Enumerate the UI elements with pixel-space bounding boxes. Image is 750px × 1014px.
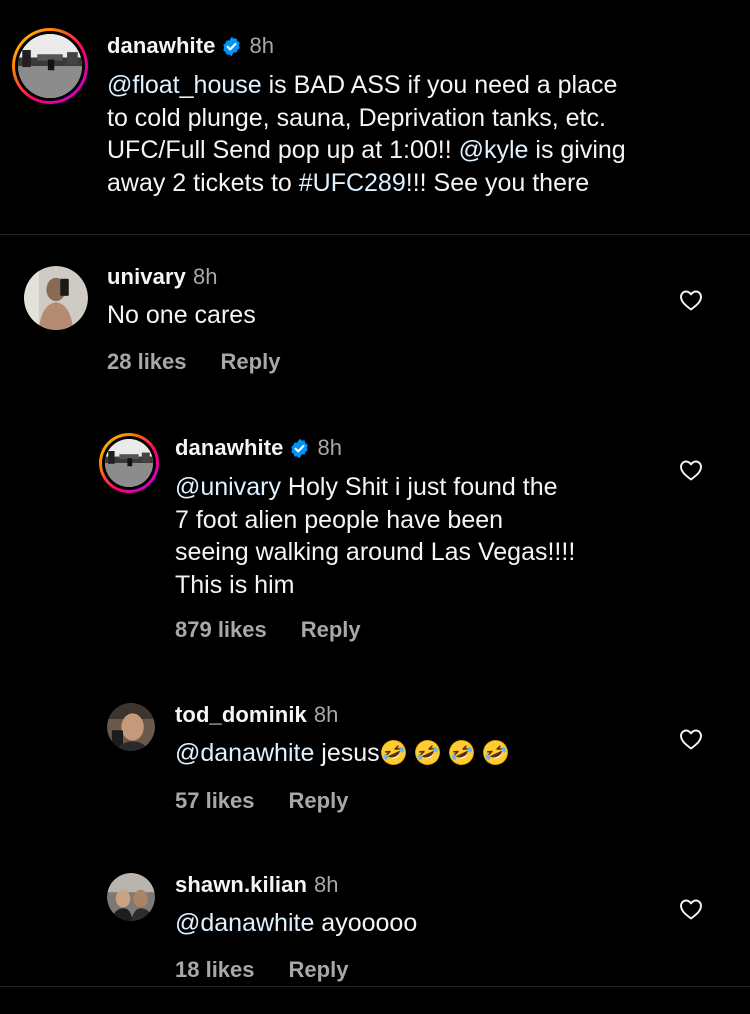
rolling-on-floor-laughing-emoji-icon: [482, 739, 509, 766]
divider: [0, 986, 750, 987]
likes-count[interactable]: 879 likes: [175, 617, 267, 643]
comment-actions: 18 likes Reply: [175, 957, 348, 983]
avatar-photo: [24, 266, 88, 330]
timestamp: 8h: [317, 435, 342, 460]
caption-text-segment: away 2 tickets to: [107, 168, 299, 197]
comment-text: @danawhite jesus: [175, 737, 516, 770]
timestamp: 8h: [314, 872, 339, 897]
likes-count[interactable]: 28 likes: [107, 349, 187, 375]
comment-line: This is him: [175, 570, 295, 599]
timestamp: 8h: [249, 33, 274, 58]
heart-outline-icon[interactable]: [679, 459, 703, 481]
caption-text-segment: is giving: [528, 136, 626, 164]
avatar-danawhite-story-ring[interactable]: [99, 433, 159, 493]
comment-header: univary 8h: [107, 264, 217, 290]
avatar-photo: [107, 703, 155, 751]
username-link[interactable]: tod_dominik: [175, 702, 307, 728]
comment-actions: 28 likes Reply: [107, 349, 280, 375]
comment-line: 7 foot alien people have been: [175, 505, 504, 534]
verified-badge-icon: [221, 36, 242, 57]
username-link[interactable]: shawn.kilian: [175, 872, 307, 898]
comment-text-segment: ayooooo: [314, 909, 418, 937]
heart-outline-icon[interactable]: [679, 898, 703, 920]
caption-line: UFC/Full Send pop up at 1:00!! @kyle is …: [107, 134, 626, 167]
timestamp: 8h: [313, 702, 339, 727]
reply-button[interactable]: Reply: [289, 957, 349, 983]
caption-text: @float_house is BAD ASS if you need a pl…: [107, 69, 626, 199]
likes-count[interactable]: 57 likes: [175, 788, 255, 814]
username-link[interactable]: danawhite: [107, 33, 215, 59]
reply-button[interactable]: Reply: [221, 349, 281, 375]
rolling-on-floor-laughing-emoji-icon: [448, 739, 475, 766]
comment-line: @univary Holy Shit i just found the: [175, 471, 575, 504]
caption-header: danawhite 8h: [107, 33, 274, 59]
mention-link[interactable]: @univary: [175, 473, 281, 501]
verified-badge-icon: [289, 438, 310, 459]
avatar-photo: [107, 873, 155, 921]
caption-line: away 2 tickets to #UFC289!!! See you the…: [107, 167, 626, 200]
heart-outline-icon[interactable]: [679, 289, 703, 311]
mention-link[interactable]: @float_house: [107, 71, 262, 99]
reply-button[interactable]: Reply: [289, 788, 349, 814]
avatar-univary[interactable]: [24, 266, 88, 330]
comment-text-segment: jesus: [314, 739, 380, 767]
caption-line: to cold plunge, sauna, Deprivation tanks…: [107, 103, 606, 132]
likes-count[interactable]: 18 likes: [175, 957, 255, 983]
timestamp: 8h: [192, 264, 218, 289]
heart-outline-icon[interactable]: [679, 728, 703, 750]
comment-text: No one cares: [107, 301, 256, 329]
hashtag-link[interactable]: #UFC289: [299, 169, 406, 197]
username-link[interactable]: danawhite: [175, 435, 283, 461]
comment-header: tod_dominik 8h: [175, 702, 338, 728]
comment-header: shawn.kilian 8h: [175, 872, 339, 898]
caption-text-segment: !!! See you there: [405, 168, 590, 197]
caption-text-segment: UFC/Full Send pop up at 1:00!!: [107, 136, 459, 164]
post-caption: danawhite 8h @float_house is BAD ASS if …: [0, 0, 750, 235]
mention-link[interactable]: @danawhite: [175, 739, 314, 767]
rolling-on-floor-laughing-emoji-icon: [414, 739, 441, 766]
comment-text: @danawhite ayooooo: [175, 907, 417, 940]
reply-button[interactable]: Reply: [301, 617, 361, 643]
mention-link[interactable]: @kyle: [459, 136, 529, 164]
comment-line: seeing walking around Las Vegas!!!!: [175, 538, 576, 566]
caption-line: @float_house is BAD ASS if you need a pl…: [107, 69, 626, 102]
rolling-on-floor-laughing-emoji-icon: [380, 739, 407, 766]
username-link[interactable]: univary: [107, 264, 186, 290]
comment-text-segment: Holy Shit i just found the: [280, 473, 558, 501]
avatar-photo: [18, 34, 82, 98]
avatar-photo: [105, 439, 153, 487]
comment-actions: 57 likes Reply: [175, 788, 348, 814]
comment-text: @univary Holy Shit i just found the 7 fo…: [175, 471, 575, 601]
mention-link[interactable]: @danawhite: [175, 909, 314, 937]
caption-text-segment: is BAD ASS if you need a place: [261, 71, 618, 99]
comment-actions: 879 likes Reply: [175, 617, 361, 643]
avatar-danawhite-story-ring[interactable]: [12, 28, 88, 104]
avatar-shawn-kilian[interactable]: [107, 873, 155, 921]
comment-header: danawhite 8h: [175, 435, 342, 461]
avatar-tod-dominik[interactable]: [107, 703, 155, 751]
